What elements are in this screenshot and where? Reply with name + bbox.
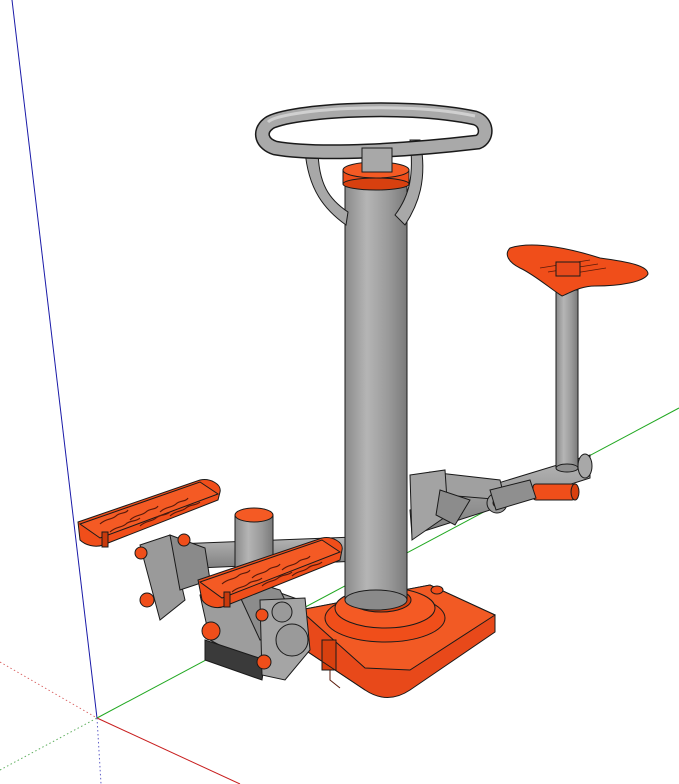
foot-pedal-left: [77, 479, 221, 621]
axis-blue-dotted: [96, 717, 102, 784]
axis-red-dotted: [0, 661, 98, 719]
3d-viewport[interactable]: [0, 0, 679, 784]
axis-red: [96, 717, 241, 784]
central-column: [342, 161, 410, 611]
model-canvas: [0, 0, 679, 784]
axis-blue: [11, 0, 98, 719]
axis-green-dotted: [0, 717, 98, 771]
